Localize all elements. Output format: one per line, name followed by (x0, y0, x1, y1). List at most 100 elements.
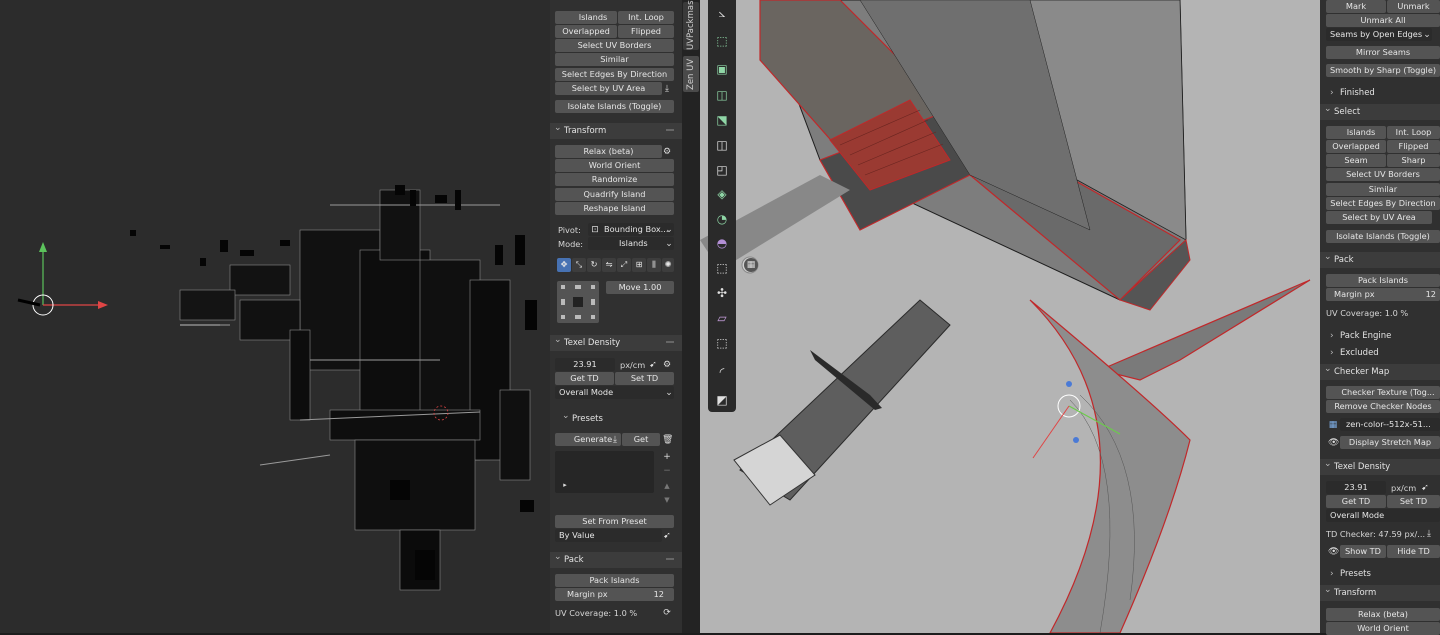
get-td-button[interactable]: Get TD (1326, 495, 1386, 508)
remove-icon[interactable]: − (662, 466, 672, 476)
pack-islands-button[interactable]: Pack Islands (555, 574, 674, 587)
world-orient-button[interactable]: World Orient (555, 159, 674, 172)
download-icon[interactable]: ⤓ (610, 435, 620, 445)
sharp-button[interactable]: Sharp (1387, 154, 1440, 167)
rip-icon[interactable]: ⬚ (711, 333, 733, 353)
select-by-uv-area-button[interactable]: Select by UV Area (1326, 211, 1432, 224)
drag-handle-icon[interactable] (666, 558, 674, 560)
transform-header[interactable]: Transform (1320, 582, 1440, 601)
mark-seams-button[interactable]: Mark (1326, 0, 1386, 13)
islands-button[interactable]: Islands (555, 11, 617, 24)
pack-header[interactable]: Pack (550, 549, 682, 568)
reshape-island-button[interactable]: Reshape Island (555, 202, 674, 215)
seam-button[interactable]: Seam (1326, 154, 1386, 167)
tab-zen-uv[interactable]: Zen UV (683, 56, 699, 92)
download-icon[interactable]: ⤓ (662, 84, 672, 94)
randomize-button[interactable]: Randomize (555, 173, 674, 186)
presets-subheader[interactable]: Presets (1326, 566, 1440, 582)
world-orient-button[interactable]: World Orient (1326, 622, 1440, 635)
spin-icon[interactable]: ◔ (711, 209, 733, 229)
similar-button[interactable]: Similar (555, 53, 674, 66)
texture-select-dropdown[interactable]: zen-color--512x-51... (1340, 418, 1440, 431)
quadrify-island-button[interactable]: Quadrify Island (555, 188, 674, 201)
set-td-button[interactable]: Set TD (615, 372, 674, 385)
curve-tool-icon[interactable]: ◜ (711, 362, 733, 382)
by-value-dropdown[interactable]: By Value (555, 529, 662, 542)
select-header[interactable]: Select (1320, 101, 1440, 120)
bevel-icon[interactable]: ⬔ (711, 110, 733, 130)
pack-engine-subheader[interactable]: Pack Engine (1326, 328, 1440, 344)
presets-subheader[interactable]: Presets (558, 408, 676, 427)
move-value-field[interactable]: Move 1.00 (606, 281, 674, 294)
3d-viewport[interactable] (700, 0, 1320, 633)
shear-icon[interactable]: ▱ (711, 308, 733, 328)
eye-icon[interactable]: 👁 (1328, 438, 1339, 448)
pack-islands-button[interactable]: Pack Islands (1326, 274, 1440, 287)
checker-texture-button[interactable]: Checker Texture (Tog... (1326, 386, 1440, 399)
islands-button[interactable]: Islands (1326, 126, 1386, 139)
uv-editor[interactable] (0, 0, 550, 633)
eye-icon[interactable]: 👁 (1328, 547, 1339, 557)
eyedropper-icon[interactable]: ➹ (1420, 483, 1430, 493)
int-loop-button[interactable]: Int. Loop (618, 11, 674, 24)
trash-icon[interactable]: 🗑 (662, 435, 673, 445)
select-edges-by-direction-button[interactable]: Select Edges By Direction (555, 68, 674, 81)
image-icon[interactable]: ▦ (744, 258, 758, 272)
refresh-icon[interactable]: ⟳ (662, 608, 672, 618)
overlapped-button[interactable]: Overlapped (1326, 140, 1386, 153)
pivot-dropdown[interactable]: Bounding Box... (588, 223, 674, 236)
move-up-icon[interactable]: ▲ (662, 481, 672, 491)
margin-field[interactable]: Margin px 12 (1326, 288, 1440, 301)
set-td-button[interactable]: Set TD (1387, 495, 1440, 508)
td-mode-dropdown[interactable]: Overall Mode (555, 386, 674, 399)
mirror-seams-button[interactable]: Mirror Seams (1326, 46, 1440, 59)
select-edges-by-direction-button[interactable]: Select Edges By Direction (1326, 197, 1440, 210)
drag-handle-icon[interactable] (666, 341, 674, 343)
move-down-icon[interactable]: ▼ (662, 495, 672, 505)
texel-density-header[interactable]: Texel Density (1320, 456, 1440, 475)
mode-dropdown[interactable]: Islands (588, 237, 674, 250)
td-value-field[interactable]: 23.91 (1326, 481, 1386, 494)
smooth-icon[interactable]: ◓ (711, 233, 733, 253)
margin-field[interactable]: Margin px 12 (555, 588, 674, 601)
download-icon[interactable]: ⤓ (1424, 529, 1434, 539)
excluded-subheader[interactable]: Excluded (1326, 345, 1440, 361)
remove-checker-nodes-button[interactable]: Remove Checker Nodes (1326, 400, 1440, 413)
extrude-icon[interactable]: ▣ (711, 59, 733, 79)
add-cube-icon[interactable]: ⬚ (711, 31, 733, 51)
isolate-islands-button[interactable]: Isolate Islands (Toggle) (1326, 230, 1440, 243)
move-tool-icon[interactable]: ✥ (557, 258, 571, 272)
annotate-icon[interactable]: ◩ (711, 390, 733, 410)
select-by-uv-area-button[interactable]: Select by UV Area (555, 82, 662, 95)
set-from-preset-button[interactable]: Set From Preset (555, 515, 674, 528)
pack-header[interactable]: Pack (1320, 249, 1440, 268)
select-uv-borders-button[interactable]: Select UV Borders (555, 39, 674, 52)
direction-pad[interactable] (557, 281, 599, 323)
checker-map-header[interactable]: Checker Map (1320, 361, 1440, 380)
unmark-all-button[interactable]: Unmark All (1326, 14, 1440, 27)
align-tool-icon[interactable]: ⊞ (632, 258, 646, 272)
similar-button[interactable]: Similar (1326, 183, 1440, 196)
relax-button[interactable]: Relax (beta) (1326, 608, 1440, 621)
overlapped-button[interactable]: Overlapped (555, 25, 617, 38)
eyedropper-icon[interactable]: ➹ (662, 531, 672, 541)
int-loop-button[interactable]: Int. Loop (1387, 126, 1440, 139)
distribute-tool-icon[interactable]: ⫼ (647, 258, 661, 272)
texel-density-header[interactable]: Texel Density (550, 332, 682, 351)
poly-build-icon[interactable]: ◈ (711, 184, 733, 204)
knife-icon[interactable]: ◰ (711, 160, 733, 180)
gear-icon[interactable]: ⚙ (662, 147, 672, 157)
loop-cut-icon[interactable]: ◫ (711, 135, 733, 155)
display-stretch-map-button[interactable]: Display Stretch Map (1340, 436, 1440, 449)
flipped-button[interactable]: Flipped (1387, 140, 1440, 153)
flipped-button[interactable]: Flipped (618, 25, 674, 38)
td-mode-dropdown[interactable]: Overall Mode (1326, 509, 1440, 522)
smooth-by-sharp-button[interactable]: Smooth by Sharp (Toggle) (1326, 64, 1440, 77)
unmark-seams-button[interactable]: Unmark (1387, 0, 1440, 13)
select-uv-borders-button[interactable]: Select UV Borders (1326, 168, 1440, 181)
get-preset-button[interactable]: Get (622, 433, 660, 446)
get-td-button[interactable]: Get TD (555, 372, 614, 385)
fit-tool-icon[interactable]: ⤢ (617, 258, 631, 272)
edge-slide-icon[interactable]: ⬚ (711, 258, 733, 278)
gear-icon[interactable]: ⚙ (662, 360, 672, 370)
